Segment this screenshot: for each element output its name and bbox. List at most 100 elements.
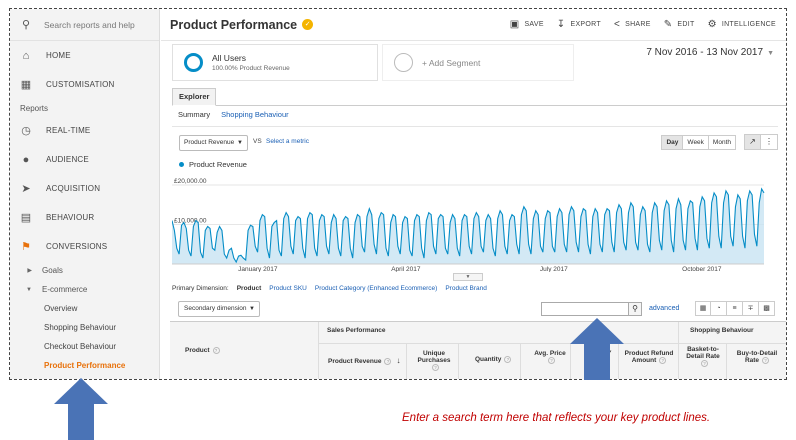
col-unique-purchases[interactable]: Unique Purchases? — [414, 350, 454, 371]
home-icon: ⌂ — [22, 49, 30, 62]
sidebar-item-product-performance[interactable]: Product Performance — [10, 356, 159, 375]
period-month-button[interactable]: Month — [708, 135, 736, 150]
comparison-icon[interactable]: ∓ — [743, 301, 759, 316]
y-tick-label: £20,000.00 — [174, 178, 207, 185]
col-unique-label-2: Purchases? — [414, 357, 454, 371]
segment-all-users[interactable]: All Users 100.00% Product Revenue — [172, 44, 378, 81]
primary-dimension-brand[interactable]: Product Brand — [445, 285, 487, 292]
date-range-text: 7 Nov 2016 - 13 Nov 2017 — [646, 47, 764, 58]
chart-type-toggle: ↗ ⋮ — [744, 134, 778, 150]
col-btd-label-1: Buy-to-Detail — [736, 350, 778, 357]
col-quantity-label: Quantity — [475, 356, 502, 364]
secondary-dimension-label: Secondary dimension — [184, 305, 247, 312]
intelligence-button[interactable]: ⚙ INTELLIGENCE — [708, 19, 776, 30]
segment-name: All Users — [212, 53, 247, 63]
pie-chart-icon[interactable]: ◔ — [711, 301, 727, 316]
primary-dimension-bar: Primary Dimension: Product Product SKU P… — [172, 285, 495, 292]
sidebar-item-realtime[interactable]: ◷ REAL-TIME — [10, 116, 159, 145]
tab-summary[interactable]: Summary — [178, 110, 210, 119]
table-divider — [458, 343, 459, 379]
search-icon[interactable]: ⚲ — [628, 302, 642, 316]
table-search-input[interactable] — [541, 302, 629, 316]
metric-selector[interactable]: Product Revenue ▼ — [179, 135, 248, 151]
tab-shopping-behaviour[interactable]: Shopping Behaviour — [221, 110, 289, 119]
sidebar-item-label: HOME — [46, 51, 71, 60]
period-day-button[interactable]: Day — [661, 135, 684, 150]
help-icon: ? — [534, 357, 566, 364]
edit-label: EDIT — [677, 21, 695, 28]
primary-dimension-label: Primary Dimension: — [172, 285, 229, 292]
sidebar-item-overview[interactable]: Overview — [10, 299, 159, 318]
export-button[interactable]: ↧ EXPORT — [557, 19, 601, 30]
table-divider — [318, 322, 319, 379]
col-basket-to-detail[interactable]: Basket-to- Detail Rate? — [682, 346, 724, 367]
search-icon: ⚲ — [21, 19, 31, 31]
empty-ring-icon — [394, 53, 413, 72]
sidebar-search[interactable]: ⚲ Search reports and help — [10, 9, 159, 41]
col-b2d-label-1: Basket-to- — [687, 346, 719, 353]
help-icon: ? — [762, 357, 770, 364]
analytics-window: ⚲ Search reports and help ⌂ HOME ▦ CUSTO… — [9, 8, 787, 380]
save-button[interactable]: ▣ SAVE — [510, 19, 544, 30]
col-quantity[interactable]: Quantity? — [475, 356, 512, 364]
select-metric-link[interactable]: Select a metric — [266, 138, 309, 145]
primary-dimension-category[interactable]: Product Category (Enhanced Ecommerce) — [315, 285, 437, 292]
intelligence-icon: ⚙ — [707, 19, 717, 30]
col-refund-amount[interactable]: Product Refund Amount? — [622, 350, 676, 364]
advanced-filter-link[interactable]: advanced — [649, 305, 679, 312]
edit-button[interactable]: ✎ EDIT — [664, 19, 695, 30]
x-tick-label: October 2017 — [682, 266, 722, 272]
sidebar-item-conversions[interactable]: ⚑ CONVERSIONS — [10, 232, 159, 261]
segment-bar: All Users 100.00% Product Revenue + Add … — [172, 44, 574, 81]
col-btd-label-2: Rate? — [730, 357, 784, 364]
export-label: EXPORT — [570, 21, 601, 28]
primary-dimension-product[interactable]: Product — [237, 285, 262, 292]
sidebar-item-audience[interactable]: ● AUDIENCE — [10, 145, 159, 174]
sidebar-item-label: AUDIENCE — [46, 155, 89, 164]
sidebar-item-home[interactable]: ⌂ HOME — [10, 41, 159, 70]
annotation-note: Enter a search term here that reflects y… — [402, 412, 711, 424]
col-product-revenue[interactable]: Product Revenue? ↓ — [328, 356, 400, 365]
sidebar-item-label: CONVERSIONS — [46, 242, 108, 251]
sidebar-item-checkout-behaviour[interactable]: Checkout Behaviour — [10, 337, 159, 356]
col-avg-price[interactable]: Avg. Price? — [534, 350, 566, 364]
sidebar-item-shopping-behaviour[interactable]: Shopping Behaviour — [10, 318, 159, 337]
sidebar-item-ecommerce[interactable]: ▼ E-commerce — [10, 280, 159, 299]
col-b2d-label-2: Detail Rate — [686, 353, 720, 360]
dashboard-icon: ▦ — [20, 79, 32, 91]
chart-collapse-handle[interactable]: ▼ — [453, 273, 483, 281]
date-range-picker[interactable]: 7 Nov 2016 - 13 Nov 2017 ▼ — [646, 47, 774, 58]
sort-down-icon: ↓ — [396, 356, 401, 365]
data-table-header: Product? Sales Performance Shopping Beha… — [170, 321, 786, 379]
sidebar-item-customisation[interactable]: ▦ CUSTOMISATION — [10, 70, 159, 99]
sidebar-item-label: Goals — [42, 266, 63, 275]
data-table-icon[interactable]: ▦ — [695, 301, 711, 316]
acquisition-icon: ➤ — [21, 183, 31, 195]
tab-explorer[interactable]: Explorer — [172, 88, 217, 106]
legend-dot — [179, 162, 184, 167]
sidebar-item-behaviour[interactable]: ▤ BEHAVIOUR — [10, 203, 159, 232]
period-week-button[interactable]: Week — [683, 135, 709, 150]
performance-icon[interactable]: ≡ — [727, 301, 743, 316]
help-icon: ? — [504, 356, 512, 363]
line-chart-icon[interactable]: ↗ — [744, 134, 761, 150]
chevron-right-icon: ▶ — [27, 268, 32, 274]
table-divider — [520, 343, 521, 379]
col-product[interactable]: Product? — [185, 347, 220, 354]
segment-text: All Users 100.00% Product Revenue — [212, 53, 290, 72]
table-view-toggle: ▦ ◔ ≡ ∓ ▩ — [695, 301, 775, 316]
primary-dimension-sku[interactable]: Product SKU — [269, 285, 307, 292]
person-icon: ● — [22, 153, 30, 166]
help-icon: ? — [384, 357, 392, 365]
add-segment-button[interactable]: + Add Segment — [382, 44, 574, 81]
table-divider — [678, 322, 679, 379]
verified-check-icon: ✓ — [302, 19, 314, 30]
motion-chart-icon[interactable]: ⋮ — [761, 134, 778, 150]
col-btd-label-2-text: Rate — [744, 357, 760, 365]
secondary-dimension-select[interactable]: Secondary dimension ▼ — [178, 301, 260, 317]
col-buy-to-detail[interactable]: Buy-to-Detail Rate? — [730, 350, 784, 364]
sidebar-item-goals[interactable]: ▶ Goals — [10, 261, 159, 280]
pivot-icon[interactable]: ▩ — [759, 301, 775, 316]
share-button[interactable]: < SHARE — [614, 19, 651, 30]
sidebar-item-acquisition[interactable]: ➤ ACQUISITION — [10, 174, 159, 203]
